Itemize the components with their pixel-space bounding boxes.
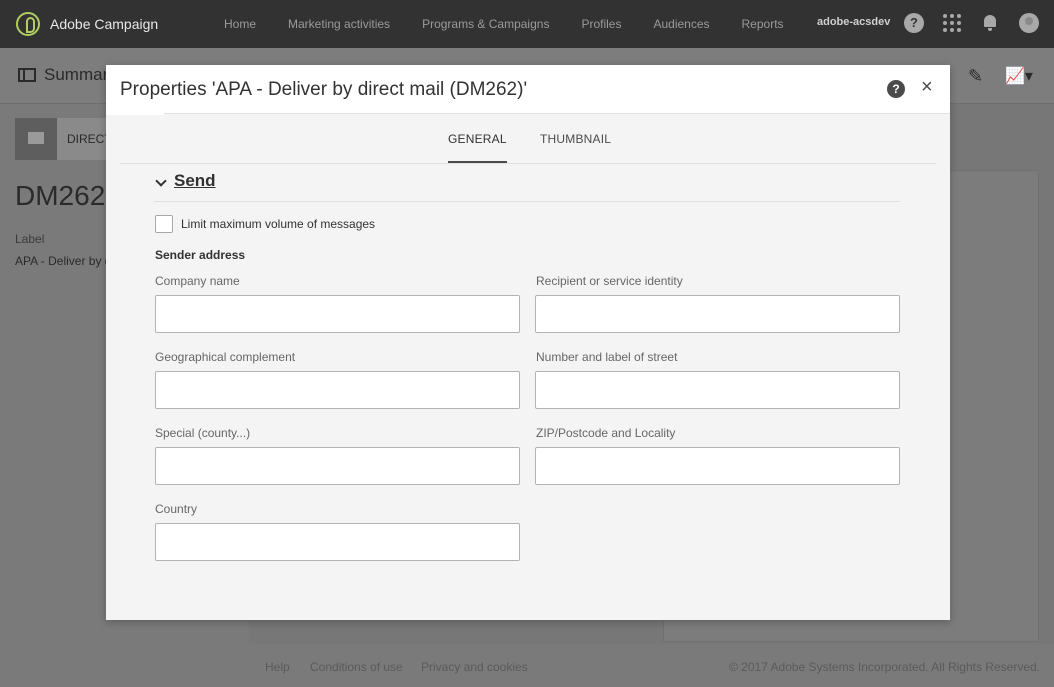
- notifications-bell-icon[interactable]: [982, 13, 998, 33]
- chevron-down-icon[interactable]: [155, 175, 167, 187]
- limit-volume-option[interactable]: Limit maximum volume of messages: [155, 215, 375, 233]
- nav-reports[interactable]: Reports: [742, 17, 784, 31]
- direct-mail-icon: [15, 118, 57, 160]
- page-title: Summar: [44, 65, 109, 84]
- dialog-help-icon[interactable]: ?: [887, 80, 905, 98]
- top-navigation-bar: Adobe Campaign Home Marketing activities…: [0, 0, 1054, 48]
- label-value: APA - Deliver by d: [15, 254, 112, 268]
- tab-thumbnail[interactable]: THUMBNAIL: [540, 132, 611, 146]
- footer-help-link[interactable]: Help: [265, 660, 290, 674]
- company-name-input[interactable]: [155, 295, 520, 333]
- main-nav: Home Marketing activities Programs & Cam…: [224, 0, 816, 48]
- special-county-input[interactable]: [155, 447, 520, 485]
- country-label: Country: [155, 502, 198, 516]
- user-name[interactable]: adobe-acsdev: [817, 16, 890, 28]
- properties-dialog: Properties 'APA - Deliver by direct mail…: [106, 65, 950, 620]
- zip-locality-input[interactable]: [535, 447, 900, 485]
- geographical-complement-label: Geographical complement: [155, 350, 296, 364]
- label-caption: Label: [15, 232, 45, 246]
- street-label: Number and label of street: [536, 350, 678, 364]
- nav-marketing-activities[interactable]: Marketing activities: [288, 17, 390, 31]
- geographical-complement-input[interactable]: [155, 371, 520, 409]
- street-input[interactable]: [535, 371, 900, 409]
- footer-copyright: © 2017 Adobe Systems Incorporated. All R…: [728, 660, 1040, 674]
- footer-privacy-link[interactable]: Privacy and cookies: [421, 660, 528, 674]
- company-name-label: Company name: [155, 274, 240, 288]
- footer-conditions-link[interactable]: Conditions of use: [310, 660, 403, 674]
- recipient-identity-input[interactable]: [535, 295, 900, 333]
- analytics-chevron-icon[interactable]: 📈▾: [1005, 66, 1041, 86]
- brand[interactable]: Adobe Campaign: [16, 12, 158, 36]
- dialog-title: Properties 'APA - Deliver by direct mail…: [120, 79, 528, 100]
- delivery-type-label: DIRECT: [67, 132, 112, 146]
- send-section-header[interactable]: Send: [154, 171, 900, 202]
- nav-profiles[interactable]: Profiles: [581, 17, 621, 31]
- sender-address-heading: Sender address: [155, 248, 246, 262]
- tab-general[interactable]: GENERAL: [448, 132, 507, 163]
- close-icon[interactable]: ×: [921, 77, 935, 97]
- brand-name: Adobe Campaign: [50, 16, 159, 32]
- dialog-tabs: GENERAL THUMBNAIL: [120, 114, 936, 164]
- dialog-header: Properties 'APA - Deliver by direct mail…: [106, 65, 950, 114]
- send-section-title[interactable]: Send: [174, 171, 216, 191]
- nav-home[interactable]: Home: [224, 17, 256, 31]
- delivery-code: DM262: [15, 180, 106, 211]
- help-icon[interactable]: ?: [904, 13, 924, 33]
- nav-programs-campaigns[interactable]: Programs & Campaigns: [422, 17, 549, 31]
- summary-panel-icon[interactable]: [18, 68, 36, 82]
- edit-pencil-icon[interactable]: ✎: [968, 66, 988, 86]
- user-avatar[interactable]: [1019, 13, 1039, 33]
- limit-volume-checkbox[interactable]: [155, 215, 173, 233]
- special-county-label: Special (county...): [155, 426, 251, 440]
- nav-audiences[interactable]: Audiences: [653, 17, 709, 31]
- apps-grid-icon[interactable]: [942, 13, 962, 33]
- limit-volume-label[interactable]: Limit maximum volume of messages: [181, 217, 375, 231]
- country-input[interactable]: [155, 523, 520, 561]
- zip-locality-label: ZIP/Postcode and Locality: [536, 426, 676, 440]
- recipient-identity-label: Recipient or service identity: [536, 274, 683, 288]
- footer: Help Conditions of use Privacy and cooki…: [249, 656, 1054, 680]
- adobe-campaign-logo-icon: [16, 12, 40, 36]
